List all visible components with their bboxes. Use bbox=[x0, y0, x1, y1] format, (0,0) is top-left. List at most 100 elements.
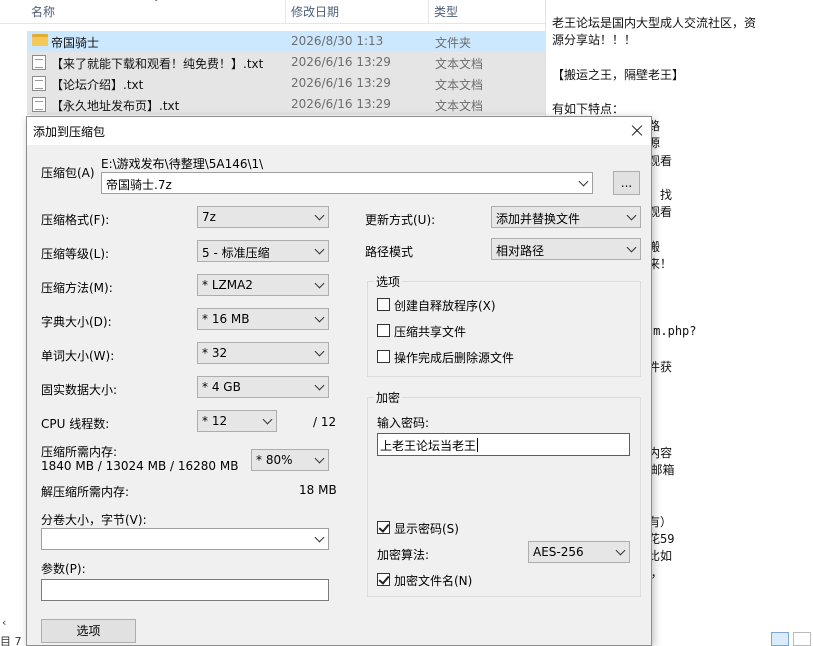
chevron-down-icon bbox=[617, 547, 625, 555]
encrypt-names-checkbox[interactable]: 加密文件名(N) bbox=[377, 571, 537, 588]
compress-memory-value: 1840 MB / 13024 MB / 16280 MB bbox=[41, 459, 239, 473]
file-list-header: 名称 修改日期 类型 ⌄ bbox=[0, 0, 545, 24]
chevron-down-icon bbox=[316, 212, 324, 220]
encryption-method-select[interactable]: AES-256 bbox=[528, 541, 630, 563]
memory-percent-select[interactable]: * 80% bbox=[251, 449, 329, 471]
dialog-title-bar[interactable]: 添加到压缩包 bbox=[27, 117, 651, 145]
preview-line: 老王论坛是国内大型成人交流社区，资 bbox=[552, 16, 757, 30]
archive-name-combo[interactable]: 帝国骑士.7z bbox=[101, 172, 593, 194]
solid-block-label: 固实数据大小: bbox=[41, 383, 118, 397]
file-row[interactable]: 【论坛介绍】.txt 2026/6/16 13:29 文本文档 bbox=[27, 73, 545, 94]
archive-name-value: 帝国骑士.7z bbox=[106, 178, 172, 192]
text-file-icon bbox=[32, 97, 46, 112]
method-value: * LZMA2 bbox=[202, 278, 253, 292]
checkbox-box bbox=[377, 298, 390, 311]
checkbox-box bbox=[377, 350, 390, 363]
compress-memory-label: 压缩所需内存: bbox=[41, 445, 118, 459]
path-mode-value: 相对路径 bbox=[496, 244, 545, 258]
solid-block-value: * 4 GB bbox=[202, 380, 241, 394]
create-sfx-checkbox[interactable]: 创建自释放程序(X) bbox=[377, 296, 577, 313]
options-button[interactable]: 选项 bbox=[41, 619, 136, 643]
chevron-down-icon bbox=[316, 280, 324, 288]
show-password-checkbox[interactable]: 显示密码(S) bbox=[377, 519, 537, 536]
archive-path: E:\游戏发布\待整理\5A146\1\ bbox=[101, 157, 264, 171]
dialog-title: 添加到压缩包 bbox=[33, 125, 106, 139]
file-type: 文本文档 bbox=[435, 57, 484, 71]
delete-after-checkbox[interactable]: 操作完成后删除源文件 bbox=[377, 348, 577, 365]
chevron-down-icon[interactable] bbox=[580, 178, 588, 186]
file-date: 2026/8/30 1:13 bbox=[291, 34, 384, 48]
dictionary-label: 字典大小(D): bbox=[41, 315, 112, 329]
file-type: 文件夹 bbox=[435, 36, 472, 50]
method-select[interactable]: * LZMA2 bbox=[197, 274, 329, 296]
view-mode-buttons bbox=[771, 632, 811, 646]
cpu-threads-value: * 12 bbox=[202, 414, 228, 428]
dictionary-value: * 16 MB bbox=[202, 312, 250, 326]
preview-scrollbar[interactable] bbox=[809, 0, 813, 620]
file-type: 文本文档 bbox=[435, 99, 484, 113]
delete-after-label: 操作完成后删除源文件 bbox=[394, 351, 515, 365]
large-icons-view-icon[interactable] bbox=[793, 632, 811, 646]
archive-label: 压缩包(A) bbox=[41, 166, 95, 180]
chevron-down-icon bbox=[316, 314, 324, 322]
folder-icon bbox=[32, 34, 48, 46]
text-file-icon bbox=[32, 76, 46, 91]
file-type: 文本文档 bbox=[435, 78, 484, 92]
chevron-down-icon[interactable] bbox=[316, 534, 324, 542]
column-divider[interactable] bbox=[428, 0, 429, 24]
chevron-down-icon bbox=[628, 244, 636, 252]
file-row[interactable]: 帝国骑士 2026/8/30 1:13 文件夹 bbox=[27, 31, 545, 52]
cpu-threads-select[interactable]: * 12 bbox=[197, 410, 277, 432]
update-mode-select[interactable]: 添加并替换文件 bbox=[491, 206, 641, 228]
format-select[interactable]: 7z bbox=[197, 206, 329, 228]
add-to-archive-dialog: 添加到压缩包 压缩包(A) E:\游戏发布\待整理\5A146\1\ 帝国骑士.… bbox=[26, 116, 652, 646]
options-group-title: 选项 bbox=[374, 273, 403, 290]
compress-shared-checkbox[interactable]: 压缩共享文件 bbox=[377, 322, 577, 339]
create-sfx-label: 创建自释放程序(X) bbox=[394, 299, 496, 313]
scroll-left-icon[interactable]: ‹ bbox=[2, 616, 6, 629]
column-divider[interactable] bbox=[285, 0, 286, 24]
show-password-label: 显示密码(S) bbox=[394, 522, 459, 536]
password-label: 输入密码: bbox=[377, 416, 430, 430]
level-select[interactable]: 5 - 标准压缩 bbox=[197, 240, 329, 262]
path-mode-label: 路径模式 bbox=[365, 245, 414, 259]
file-row[interactable]: 【来了就能下载和观看！纯免费！】.txt 2026/6/16 13:29 文本文… bbox=[27, 52, 545, 73]
cpu-threads-label: CPU 线程数: bbox=[41, 417, 110, 431]
solid-block-select[interactable]: * 4 GB bbox=[197, 376, 329, 398]
word-size-select[interactable]: * 32 bbox=[197, 342, 329, 364]
checkbox-box bbox=[377, 573, 390, 586]
format-label: 压缩格式(F): bbox=[41, 213, 110, 227]
checkbox-box bbox=[377, 521, 390, 534]
file-name: 【永久地址发布页】.txt bbox=[51, 99, 180, 113]
encryption-method-label: 加密算法: bbox=[377, 548, 430, 562]
chevron-down-icon bbox=[316, 455, 324, 463]
column-date-header[interactable]: 修改日期 bbox=[291, 3, 339, 20]
preview-line: 【搬运之王，隔壁老王】 bbox=[552, 67, 685, 82]
password-input[interactable]: 上老王论坛当老王 bbox=[377, 433, 630, 456]
decompress-memory-value: 18 MB bbox=[299, 483, 337, 497]
path-mode-select[interactable]: 相对路径 bbox=[491, 238, 641, 260]
chevron-down-icon bbox=[316, 382, 324, 390]
close-icon[interactable] bbox=[623, 117, 651, 145]
dictionary-select[interactable]: * 16 MB bbox=[197, 308, 329, 330]
text-file-icon bbox=[32, 55, 46, 70]
file-date: 2026/6/16 13:29 bbox=[291, 76, 391, 90]
details-view-icon[interactable] bbox=[771, 632, 789, 646]
cpu-threads-total: / 12 bbox=[313, 415, 337, 429]
file-date: 2026/6/16 13:29 bbox=[291, 55, 391, 69]
word-size-label: 单词大小(W): bbox=[41, 349, 115, 363]
column-name-header[interactable]: 名称 bbox=[31, 3, 55, 20]
parameters-input[interactable] bbox=[41, 579, 329, 601]
memory-percent-value: * 80% bbox=[256, 453, 293, 467]
encryption-group: 加密 输入密码: 上老王论坛当老王 显示密码(S) 加密算法: AES-256 … bbox=[367, 389, 641, 597]
split-volume-combo[interactable] bbox=[41, 528, 329, 550]
status-item-count: 目 7 bbox=[0, 635, 22, 646]
column-type-header[interactable]: 类型 bbox=[434, 3, 458, 20]
browse-button[interactable]: ... bbox=[613, 171, 640, 195]
chevron-down-icon bbox=[316, 246, 324, 254]
encryption-method-value: AES-256 bbox=[533, 545, 584, 559]
chevron-down-icon bbox=[316, 348, 324, 356]
level-label: 压缩等级(L): bbox=[41, 247, 110, 261]
split-volume-label: 分卷大小，字节(V): bbox=[41, 513, 147, 527]
file-row[interactable]: 【永久地址发布页】.txt 2026/6/16 13:29 文本文档 bbox=[27, 94, 545, 115]
